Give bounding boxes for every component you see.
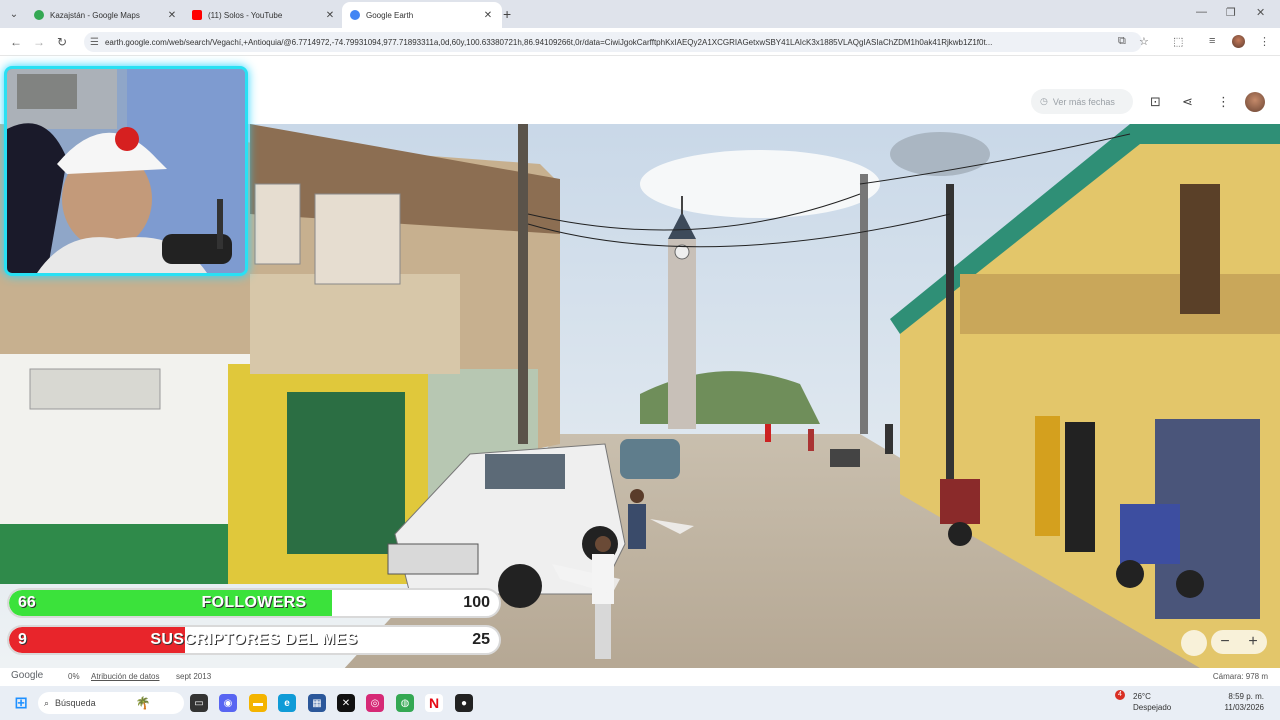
data-attribution-link[interactable]: Atribución de datos (91, 672, 160, 681)
back-arrow-icon[interactable]: ← (10, 35, 22, 49)
address-toolbar: ← → ↻ ☰ earth.google.com/web/search/Vega… (0, 28, 1280, 56)
url-text: earth.google.com/web/search/Vegachí,+Ant… (104, 37, 993, 47)
edge-icon[interactable]: e (278, 694, 296, 712)
pegman-button[interactable] (1181, 630, 1207, 656)
followers-count: 66 (18, 594, 36, 611)
see-more-dates-label: Ver más fechas (1052, 96, 1115, 107)
close-icon[interactable]: ✕ (324, 10, 336, 21)
task-view-icon[interactable]: ▭ (190, 694, 208, 712)
forward-arrow-icon[interactable]: → (33, 35, 45, 49)
windows-taskbar: ⊞ ⌕ Búsqueda 🌴 ▭ ◉ ▬ e ▦ ✕ ◎ ◍ N ● 4 26°… (0, 686, 1280, 720)
subscribers-count: 9 (18, 631, 27, 648)
weather-widget[interactable]: 4 26°C Despejado (1115, 689, 1171, 712)
obs-icon[interactable]: ● (455, 694, 473, 712)
earth-account-avatar[interactable] (1245, 92, 1265, 112)
tab-google-maps[interactable]: Kazajstán - Google Maps ✕ (26, 2, 186, 28)
clock-date: 11/03/2026 (1224, 703, 1264, 712)
share-icon[interactable]: ⋖ (1182, 94, 1193, 110)
weather-alert-badge: 4 (1115, 690, 1125, 700)
followers-goal: 100 (463, 594, 490, 611)
earth-icon (350, 10, 360, 20)
tab-label: (11) Solos - YouTube (208, 10, 283, 20)
maps-pin-icon (34, 10, 44, 20)
tab-google-earth[interactable]: Google Earth ✕ (342, 2, 502, 28)
weather-temp: 26°C (1133, 692, 1151, 701)
discord-icon[interactable]: ◉ (219, 694, 237, 712)
tab-label: Google Earth (366, 10, 414, 20)
search-icon: ⌕ (44, 697, 50, 708)
screenshot-icon[interactable]: ⊡ (1150, 94, 1161, 110)
reading-list-icon[interactable]: ≡ (1209, 35, 1215, 47)
netflix-icon[interactable]: N (425, 694, 443, 712)
browser-tab-bar: ⌄ Kazajstán - Google Maps ✕ (11) Solos -… (0, 0, 1280, 28)
reload-icon[interactable]: ↻ (57, 35, 67, 49)
url-bar[interactable]: ☰ earth.google.com/web/search/Vegachí,+A… (84, 32, 1149, 52)
file-explorer-icon[interactable]: ▬ (249, 694, 267, 712)
close-icon[interactable]: ✕ (166, 10, 178, 21)
x-icon[interactable]: ✕ (337, 694, 355, 712)
streamer-webcam (4, 66, 248, 276)
taskbar-search[interactable]: ⌕ Búsqueda 🌴 (38, 692, 184, 714)
extensions-icon[interactable]: ⬚ (1173, 35, 1183, 48)
install-app-icon[interactable]: ⧉ (1118, 35, 1126, 48)
search-highlight-icon: 🌴 (135, 696, 151, 710)
close-window-icon[interactable]: ✕ (1256, 6, 1265, 19)
weather-desc: Despejado (1133, 703, 1172, 712)
webcam-image (7, 69, 245, 273)
taskbar-search-label: Búsqueda (55, 698, 96, 708)
subscribers-label: SUSCRIPTORES DEL MES (150, 631, 358, 648)
bookmark-star-icon[interactable]: ☆ (1139, 35, 1149, 48)
earth-footer: Google 0% Atribución de datos sept 2013 … (0, 668, 1280, 686)
tab-label: Kazajstán - Google Maps (50, 10, 140, 20)
close-icon[interactable]: ✕ (482, 10, 494, 21)
site-info-icon[interactable]: ☰ (90, 37, 99, 48)
see-more-dates-button[interactable]: ◷ Ver más fechas (1031, 89, 1133, 114)
zoom-percent: 0% (68, 672, 80, 681)
windows-start-icon[interactable]: ⊞ (12, 694, 30, 712)
tab-search-icon[interactable]: ⌄ (6, 6, 22, 22)
browser-menu-icon[interactable]: ⋮ (1259, 35, 1270, 48)
zoom-controls: − + (1211, 630, 1267, 654)
subscribers-goal: 25 (472, 631, 490, 648)
imagery-date: sept 2013 (176, 672, 212, 681)
instagram-icon[interactable]: ◎ (366, 694, 384, 712)
clock-time: 8:59 p. m. (1228, 692, 1264, 701)
more-options-icon[interactable]: ⋮ (1217, 94, 1230, 110)
zoom-in-button[interactable]: + (1248, 633, 1257, 651)
followers-label: FOLLOWERS (201, 594, 307, 611)
system-clock[interactable]: 8:59 p. m. 11/03/2026 (1225, 691, 1264, 713)
minimize-icon[interactable]: — (1196, 6, 1207, 18)
tab-youtube[interactable]: (11) Solos - YouTube ✕ (184, 2, 344, 28)
google-logo: Google (11, 670, 44, 681)
new-tab-button[interactable]: + (503, 6, 511, 22)
subscribers-goal-bar: SUSCRIPTORES DEL MES 9 25 (7, 625, 501, 655)
profile-avatar[interactable] (1232, 35, 1245, 48)
camera-altitude: Cámara: 978 m (1212, 672, 1268, 681)
followers-goal-bar: FOLLOWERS 66 100 (7, 588, 501, 618)
youtube-icon (192, 10, 202, 20)
chrome-icon[interactable]: ◍ (396, 694, 414, 712)
restore-icon[interactable]: ❐ (1226, 6, 1236, 19)
history-icon: ◷ (1040, 96, 1048, 106)
store-icon[interactable]: ▦ (308, 694, 326, 712)
zoom-out-button[interactable]: − (1220, 633, 1229, 651)
